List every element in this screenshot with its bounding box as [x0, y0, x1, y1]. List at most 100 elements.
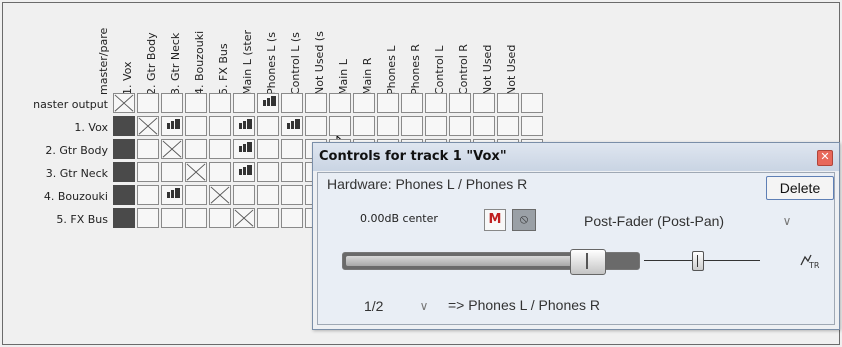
routing-cell[interactable] [209, 116, 231, 136]
routing-cell[interactable] [233, 93, 255, 113]
dialog-title-bar[interactable]: Controls for track 1 "Vox" ✕ [313, 143, 839, 171]
routing-cell[interactable] [161, 208, 183, 228]
routing-cell[interactable] [281, 93, 303, 113]
column-header-label: 5. FX Bus [217, 43, 230, 95]
send-meter-icon [239, 142, 252, 152]
routing-cell[interactable] [257, 139, 279, 159]
routing-cell[interactable] [497, 93, 519, 113]
row-label: 3. Gtr Neck [45, 167, 108, 180]
column-header-label: Main R [361, 57, 374, 95]
send-meter-icon [239, 119, 252, 129]
routing-cell[interactable] [425, 93, 447, 113]
routing-cell[interactable] [305, 93, 327, 113]
send-mode-select[interactable]: Post-Fader (Post-Pan) [580, 209, 774, 233]
delete-button[interactable]: Delete [766, 176, 834, 200]
routing-cell[interactable] [161, 162, 183, 182]
envelope-tr-icon[interactable]: TR [800, 253, 822, 269]
chevron-down-icon[interactable]: ∨ [774, 209, 800, 233]
routing-cell[interactable] [113, 139, 135, 159]
routing-cell[interactable] [521, 116, 543, 136]
routing-cell[interactable] [377, 93, 399, 113]
routing-cell[interactable] [185, 185, 207, 205]
routing-cell[interactable] [401, 93, 423, 113]
column-header-label: 2. Gtr Body [145, 32, 158, 95]
routing-cell[interactable] [233, 139, 255, 159]
routing-cell[interactable] [185, 139, 207, 159]
routing-cell[interactable] [353, 116, 375, 136]
column-header-label: Not Used [505, 44, 518, 95]
routing-cell[interactable] [425, 116, 447, 136]
routing-cell[interactable] [161, 116, 183, 136]
volume-fader[interactable] [342, 249, 640, 275]
volume-fader-handle[interactable] [570, 249, 606, 275]
cross-icon [234, 209, 254, 227]
cross-icon [138, 117, 158, 135]
routing-cell[interactable] [137, 185, 159, 205]
mute-button[interactable]: M [484, 209, 506, 231]
routing-cell[interactable] [257, 185, 279, 205]
routing-cell[interactable] [113, 185, 135, 205]
routing-cell[interactable] [233, 208, 255, 228]
routing-cell[interactable] [257, 162, 279, 182]
routing-cell[interactable] [233, 185, 255, 205]
routing-cell[interactable] [113, 116, 135, 136]
row-label: 5. FX Bus [56, 213, 108, 226]
routing-cell[interactable] [209, 208, 231, 228]
routing-cell[interactable] [161, 185, 183, 205]
routing-cell[interactable] [449, 116, 471, 136]
routing-cell[interactable] [161, 93, 183, 113]
routing-cell[interactable] [473, 116, 495, 136]
routing-cell[interactable] [449, 93, 471, 113]
routing-cell[interactable] [209, 139, 231, 159]
routing-cell[interactable] [497, 116, 519, 136]
cross-icon [114, 94, 134, 112]
routing-cell[interactable] [137, 162, 159, 182]
row-label: naster output [33, 98, 108, 111]
phase-invert-button[interactable]: ⦸ [512, 209, 536, 231]
volume-fader-fill [346, 256, 588, 266]
routing-cell[interactable] [257, 208, 279, 228]
routing-cell[interactable] [137, 116, 159, 136]
routing-cell[interactable] [281, 185, 303, 205]
routing-cell[interactable] [257, 93, 279, 113]
routing-cell[interactable] [353, 93, 375, 113]
chevron-down-icon[interactable]: ∨ [412, 295, 436, 317]
pan-slider-handle[interactable] [692, 251, 704, 271]
routing-cell[interactable] [329, 116, 351, 136]
routing-cell[interactable] [281, 139, 303, 159]
routing-cell[interactable] [521, 93, 543, 113]
routing-cell[interactable] [137, 208, 159, 228]
routing-cell[interactable] [401, 116, 423, 136]
routing-cell[interactable] [137, 139, 159, 159]
channel-select[interactable]: 1/2 [358, 295, 414, 317]
routing-cell[interactable] [209, 162, 231, 182]
routing-cell[interactable] [233, 162, 255, 182]
routing-cell[interactable] [257, 116, 279, 136]
column-header-label: Control L (s [289, 32, 302, 95]
column-header-label: 1. Vox [121, 61, 134, 95]
routing-cell[interactable] [185, 116, 207, 136]
routing-cell[interactable] [185, 162, 207, 182]
send-meter-icon [287, 119, 300, 129]
send-meter-icon [263, 96, 276, 106]
routing-cell[interactable] [113, 208, 135, 228]
routing-cell[interactable] [281, 208, 303, 228]
routing-cell[interactable] [209, 185, 231, 205]
routing-cell[interactable] [377, 116, 399, 136]
routing-cell[interactable] [161, 139, 183, 159]
dialog-body: Hardware: Phones L / Phones R Delete 0.0… [317, 172, 835, 325]
routing-cell[interactable] [329, 93, 351, 113]
routing-cell[interactable] [233, 116, 255, 136]
routing-cell[interactable] [281, 116, 303, 136]
routing-cell[interactable] [137, 93, 159, 113]
routing-cell[interactable] [281, 162, 303, 182]
column-header-label: Main L (ster [241, 29, 254, 95]
routing-cell[interactable] [185, 208, 207, 228]
routing-cell[interactable] [209, 93, 231, 113]
routing-cell[interactable] [113, 93, 135, 113]
routing-cell[interactable] [185, 93, 207, 113]
routing-cell[interactable] [473, 93, 495, 113]
routing-cell[interactable] [113, 162, 135, 182]
routing-cell[interactable] [305, 116, 327, 136]
close-button[interactable]: ✕ [817, 150, 833, 166]
